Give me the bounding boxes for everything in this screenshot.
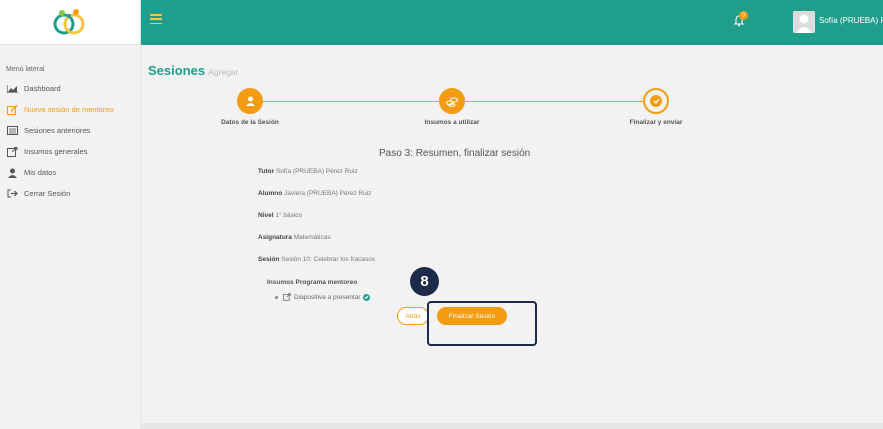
sidebar-item-dashboard[interactable]: Dashboard	[0, 78, 140, 99]
coins-icon	[446, 97, 458, 107]
field-tutor: Tutor Sofía (PRUEBA) Pérez Ruiz	[258, 168, 358, 175]
sidebar-item-nueva-sesion[interactable]: Nueva sesión de mentoreo	[0, 99, 140, 120]
field-nivel: Nivel 1° básico	[258, 212, 302, 219]
sidebar-item-mis-datos[interactable]: Mis datos	[0, 162, 140, 183]
user-icon	[245, 96, 255, 106]
step-1-label: Datos de la Sesión	[221, 119, 279, 126]
insumos-title: Insumos Programa mentoreo	[267, 279, 358, 286]
back-button[interactable]: Atrás	[397, 307, 429, 325]
page-title-text: Sesiones	[148, 63, 206, 78]
field-value: 1° básico	[275, 212, 303, 219]
highlight-box	[427, 301, 537, 346]
step-number-badge: 8	[410, 267, 439, 296]
sign-out-icon	[6, 189, 18, 199]
insumo-link[interactable]: Diapositiva a presentar	[294, 294, 360, 301]
field-label: Tutor	[258, 168, 275, 175]
step-3-circle[interactable]	[643, 88, 669, 114]
sidebar: Menú lateral Dashboard Nueva sesión de m…	[0, 0, 141, 429]
hamburger-menu-icon[interactable]	[150, 14, 162, 25]
field-label: Sesión	[258, 256, 280, 263]
field-label: Asignatura	[258, 234, 292, 241]
field-asignatura: Asignatura Matemáticas	[258, 234, 331, 241]
external-link-icon	[283, 293, 291, 301]
sidebar-item-label: Dashboard	[24, 84, 61, 93]
field-value: Matemáticas	[293, 234, 331, 241]
sidebar-item-label: Cerrar Sesión	[24, 189, 71, 198]
field-value: Javiera (PRUEBA) Pérez Ruiz	[284, 190, 372, 197]
bullet	[275, 295, 278, 299]
avatar[interactable]	[793, 11, 815, 33]
user-icon	[6, 168, 18, 178]
external-link-icon	[6, 146, 18, 157]
footer-bar	[141, 423, 883, 429]
step-2-label: Insumos a utilizar	[424, 119, 480, 126]
stepper-line-1	[263, 101, 439, 102]
list-item[interactable]: Diapositiva a presentar	[275, 293, 371, 301]
page-subtitle: Agregar	[208, 67, 239, 77]
field-label: Nivel	[258, 212, 274, 219]
stepper-line-2	[465, 101, 653, 102]
check-circle-icon	[363, 293, 371, 301]
sidebar-item-label: Nueva sesión de mentoreo	[24, 105, 114, 114]
sidebar-item-label: Sesiones anteriores	[24, 126, 91, 135]
summary-heading: Paso 3: Resumen, finalizar sesión	[379, 148, 531, 159]
sidebar-item-cerrar-sesion[interactable]: Cerrar Sesión	[0, 183, 140, 204]
step-2-circle[interactable]	[439, 88, 465, 114]
user-menu[interactable]: Sofía (PRUEBA) Pérez ⌄	[819, 16, 883, 25]
sidebar-item-insumos-generales[interactable]: Insumos generales	[0, 141, 140, 162]
sidebar-item-sesiones-anteriores[interactable]: Sesiones anteriores	[0, 120, 140, 141]
field-value: Sesión 10: Celebrar los fracasos	[281, 256, 376, 263]
check-icon	[650, 95, 662, 107]
sidebar-item-label: Mis datos	[24, 168, 57, 177]
main-content: Sesiones Agregar Datos de la Sesión Insum…	[141, 45, 883, 423]
top-bar: 0 Sofía (PRUEBA) Pérez ⌄	[141, 0, 883, 45]
field-label: Alumno	[258, 190, 283, 197]
step-3-label: Finalizar y enviar	[629, 119, 683, 126]
app-logo[interactable]	[0, 0, 140, 45]
step-1-circle[interactable]	[237, 88, 263, 114]
chart-icon	[6, 84, 18, 94]
list-icon	[6, 126, 18, 136]
page-title: Sesiones Agregar	[148, 63, 238, 78]
field-value: Sofía (PRUEBA) Pérez Ruiz	[275, 168, 358, 175]
field-sesion: Sesión Sesión 10: Celebrar los fracasos	[258, 256, 375, 263]
menu-title: Menú lateral	[6, 66, 45, 73]
notification-badge: 0	[739, 11, 748, 20]
sidebar-item-label: Insumos generales	[24, 147, 88, 156]
edit-icon	[6, 104, 18, 115]
field-alumno: Alumno Javiera (PRUEBA) Pérez Ruiz	[258, 190, 371, 197]
